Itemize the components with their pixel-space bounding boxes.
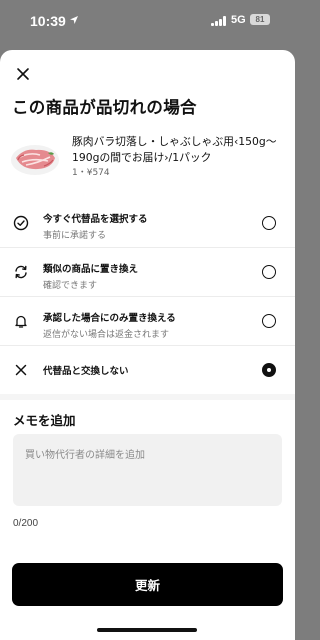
product-quantity-price: 1・¥574 <box>72 168 110 178</box>
option-subtitle: 事前に承諾する <box>43 231 107 241</box>
memo-character-counter: 0/200 <box>13 518 39 529</box>
memo-title: メモを追加 <box>13 413 76 428</box>
option-do-not-replace[interactable]: 代替品と交換しない <box>0 345 295 394</box>
update-button[interactable]: 更新 <box>12 563 283 606</box>
option-replace-if-approved[interactable]: 承認した場合にのみ置き換える 返信がない場合は返金されます <box>0 296 295 345</box>
network-label: 5G <box>231 14 246 26</box>
bell-icon <box>15 315 27 328</box>
option-title: 今すぐ代替品を選択する <box>43 214 148 225</box>
option-title: 承認した場合にのみ置き換える <box>43 313 176 324</box>
option-radio[interactable] <box>262 314 276 328</box>
replacement-options: 今すぐ代替品を選択する 事前に承諾する 類似の商品に置き換え 確認できます 承認… <box>0 198 295 394</box>
battery-icon: 81 <box>250 14 270 25</box>
option-subtitle: 返信がない場合は返金されます <box>43 330 170 340</box>
sheet-title: この商品が品切れの場合 <box>12 98 197 117</box>
home-indicator <box>97 628 197 632</box>
option-title: 代替品と交換しない <box>43 366 129 377</box>
section-divider <box>0 394 295 400</box>
refresh-icon <box>15 265 27 279</box>
option-radio[interactable] <box>262 265 276 279</box>
memo-input[interactable] <box>13 434 282 506</box>
option-radio-selected[interactable] <box>262 363 276 377</box>
status-time: 10:39 <box>30 13 66 29</box>
out-of-stock-sheet: この商品が品切れの場合 豚肉バラ切落し・しゃぶしゃぶ用‹150g〜190gの間で… <box>0 50 295 640</box>
close-button[interactable] <box>13 64 33 84</box>
close-icon <box>15 364 27 376</box>
product-name: 豚肉バラ切落し・しゃぶしゃぶ用‹150g〜190gの間でお届け›/1パック <box>72 135 277 164</box>
location-arrow-icon <box>70 16 78 24</box>
check-circle-icon <box>13 215 29 230</box>
signal-icon <box>211 16 227 26</box>
option-radio[interactable] <box>262 215 276 230</box>
close-icon <box>17 68 29 80</box>
product-image <box>11 145 59 175</box>
status-bar: 10:39 5G 81 <box>0 0 295 44</box>
option-subtitle: 確認できます <box>43 281 98 291</box>
option-choose-substitute-now[interactable]: 今すぐ代替品を選択する 事前に承諾する <box>0 198 295 247</box>
option-replace-with-similar[interactable]: 類似の商品に置き換え 確認できます <box>0 247 295 296</box>
option-title: 類似の商品に置き換え <box>43 264 139 275</box>
